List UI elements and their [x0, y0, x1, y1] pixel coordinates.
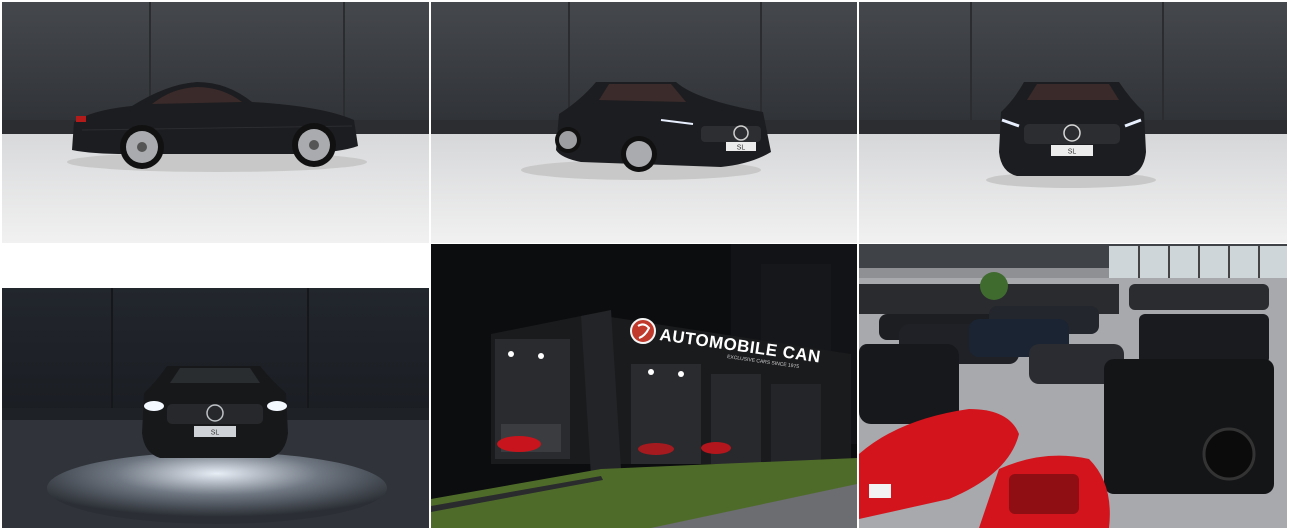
license-plate: SL	[1068, 149, 1077, 156]
car-photo: SL	[859, 2, 1287, 243]
car-photo: SL	[431, 2, 857, 243]
car-photo: SL	[2, 288, 429, 528]
gallery-image-sl-front[interactable]: SL	[859, 2, 1287, 243]
license-plate: SL	[737, 145, 746, 152]
car-photo	[2, 2, 429, 243]
gallery-image-sl-front-dark[interactable]: SL	[2, 288, 429, 528]
dealership-photo: AUTOMOBILE CAN EXCLUSIVE CARS SINCE 1975	[431, 244, 857, 528]
gallery-image-dealership-night[interactable]: AUTOMOBILE CAN EXCLUSIVE CARS SINCE 1975	[431, 244, 857, 528]
gallery-image-sl-three-quarter[interactable]: SL	[431, 2, 857, 243]
gallery-image-showroom[interactable]	[859, 244, 1287, 528]
showroom-photo	[859, 244, 1287, 528]
license-plate: SL	[211, 430, 220, 437]
gallery-image-sl-side[interactable]	[2, 2, 429, 243]
